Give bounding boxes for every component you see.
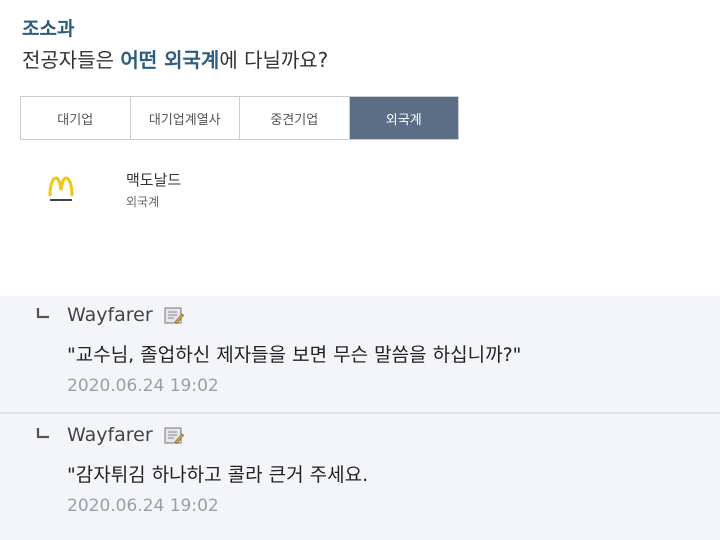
company-item[interactable]: 맥도날드 외국계: [44, 166, 304, 216]
comment-author[interactable]: Wayfarer: [67, 304, 153, 326]
reply-arrow-icon: [35, 426, 51, 440]
comment-date: 2020.06.24 19:02: [67, 376, 219, 396]
company-type: 외국계: [126, 195, 160, 209]
mcdonalds-logo-icon: [44, 172, 78, 206]
department-title: 조소과: [22, 18, 75, 40]
company-category-tabs: 대기업 대기업계열사 중견기업 외국계: [20, 96, 459, 140]
company-section: 조소과 전공자들은 어떤 외국계에 다닐까요? 대기업 대기업계열사 중견기업 …: [0, 0, 720, 296]
comment-divider: [0, 412, 720, 414]
memo-icon[interactable]: [164, 427, 185, 445]
comment-text: "감자튀김 하나하고 콜라 큰거 주세요.: [67, 464, 369, 486]
tab-large-company[interactable]: 대기업: [21, 97, 131, 139]
question-highlight: 어떤 외국계: [120, 48, 220, 72]
memo-icon[interactable]: [164, 307, 185, 325]
tab-foreign-company[interactable]: 외국계: [349, 97, 458, 139]
comment-date: 2020.06.24 19:02: [67, 496, 219, 516]
question-heading: 전공자들은 어떤 외국계에 다닐까요?: [22, 44, 328, 73]
comment-text: "교수님, 졸업하신 제자들을 보면 무슨 말씀을 하십니까?": [67, 344, 522, 366]
tab-midsize-company[interactable]: 중견기업: [240, 97, 350, 139]
comment-item: Wayfarer "교수님, 졸업하신 제자들을 보면 무슨 말씀을 하십니까?…: [0, 296, 720, 414]
question-suffix: 에 다닐까요?: [219, 48, 329, 72]
tab-large-company-affiliate[interactable]: 대기업계열사: [130, 97, 240, 139]
comment-item: Wayfarer "감자튀김 하나하고 콜라 큰거 주세요. 2020.06.2…: [0, 416, 720, 534]
question-prefix: 전공자들은: [22, 48, 121, 72]
comment-list: Wayfarer "교수님, 졸업하신 제자들을 보면 무슨 말씀을 하십니까?…: [0, 296, 720, 540]
company-name[interactable]: 맥도날드: [126, 169, 181, 190]
reply-arrow-icon: [35, 306, 51, 320]
comment-author[interactable]: Wayfarer: [67, 424, 153, 446]
